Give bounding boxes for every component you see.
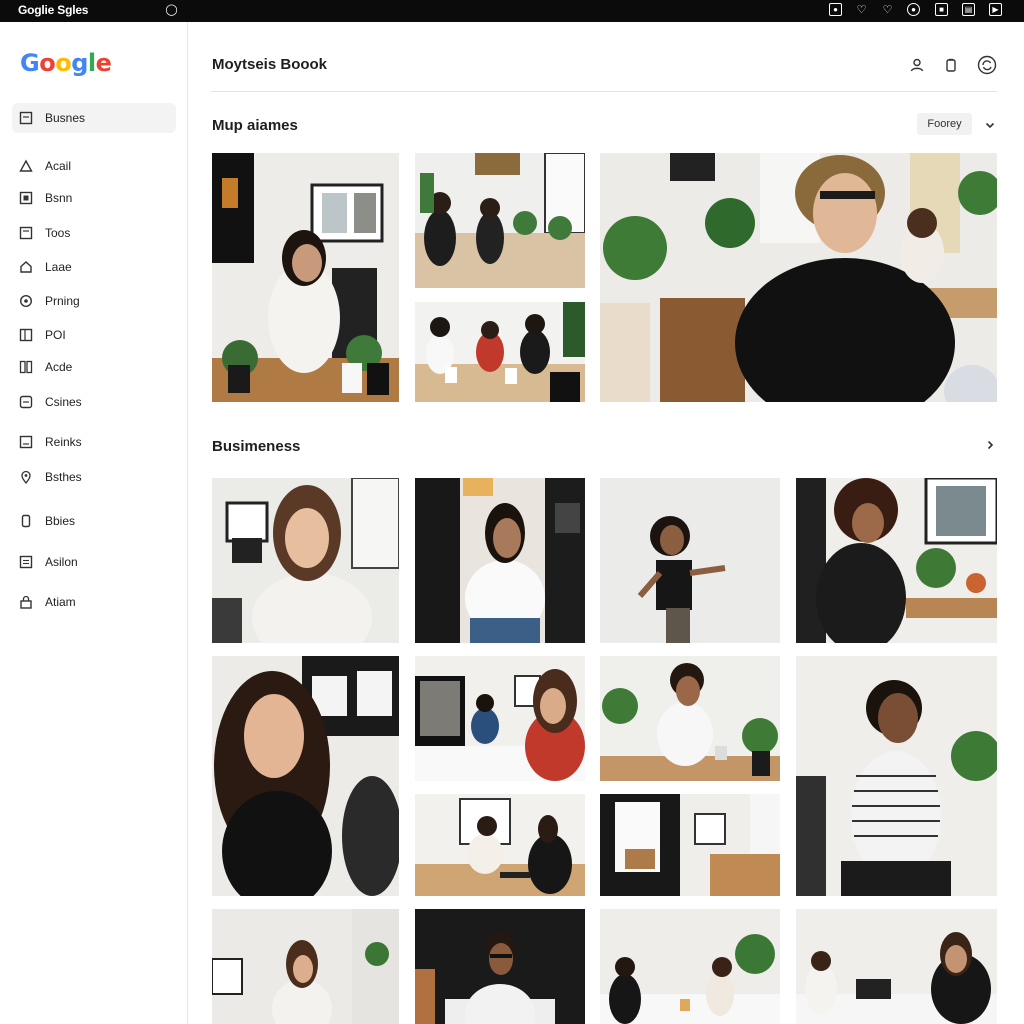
photo-man-glasses-office[interactable] [600,153,997,402]
square-icon [19,191,33,205]
shield-icon[interactable]: ● [829,3,842,16]
photo-office-meeting[interactable] [415,153,585,288]
main-content: Moytseis Boook Mup aiames Foorey Busimen… [189,22,1024,1024]
settings-icon[interactable]: ● [907,3,920,16]
photo-cafe-meeting[interactable] [600,909,780,1024]
photo-meeting-monitor[interactable] [415,656,585,781]
sync-icon[interactable] [977,55,997,75]
sidebar: Google Busnes Acail Bsnn Toos Laae Prnin… [0,22,188,1024]
photo-two-people-desk[interactable] [415,794,585,896]
sidebar-item-label: Prning [45,294,80,308]
sidebar-item-bbies[interactable]: Bbies [12,506,176,536]
sidebar-item-label: Busnes [45,111,86,125]
sidebar-item-toos[interactable]: Toos [12,218,176,248]
sidebar-item-asilon[interactable]: Asilon [12,547,176,577]
sidebar-item-reinks[interactable]: Reinks [12,427,176,457]
sync-icon[interactable]: ◯ [165,3,178,16]
circle-icon [19,294,33,308]
sidebar-item-label: POI [45,328,66,342]
sidebar-item-label: Laae [45,260,72,274]
close-icon[interactable]: ▶ [989,3,1002,16]
image-icon[interactable]: ■ [935,3,948,16]
square-icon [19,226,33,240]
photo-office-interior[interactable] [600,794,780,896]
heart-icon[interactable]: ♡ [855,3,868,16]
sidebar-item-prning[interactable]: Prning [12,286,176,316]
photo-man-striped-shirt[interactable] [796,656,997,896]
grid-icon [19,360,33,374]
sidebar-item-label: Atiam [45,595,76,609]
window-title-bar: Goglie Sgles ◯ ● ♡ ♡ ● ■ ▤ ▶ [0,0,1024,22]
page-title: Moytseis Boook [212,56,328,73]
sidebar-item-busnes[interactable]: Busnes [12,103,176,133]
sidebar-item-acail[interactable]: Acail [12,151,176,181]
photo-woman-desk-plants[interactable] [212,153,399,402]
header-divider [211,91,997,92]
photo-team-discussion[interactable] [415,302,585,402]
photo-smiling-woman-white-top[interactable] [212,478,399,643]
home-icon [19,260,33,274]
lock-icon [19,595,33,609]
photo-woman-smiling-plants[interactable] [600,656,780,781]
square-icon [19,111,33,125]
photo-smiling-woman-black-top[interactable] [212,656,399,896]
chevron-right-icon[interactable] [983,438,997,452]
square-icon [19,328,33,342]
sidebar-item-laae[interactable]: Laae [12,252,176,282]
window-title: Goglie Sgles [18,3,89,17]
sidebar-item-label: Bsthes [45,470,82,484]
sidebar-item-bsnn[interactable]: Bsnn [12,183,176,213]
sidebar-item-label: Acail [45,159,72,173]
sidebar-item-label: Bsnn [45,191,73,205]
photo-woman-laptop[interactable] [415,478,585,643]
sidebar-item-poi[interactable]: POI [12,320,176,350]
chevron-down-icon[interactable] [983,118,997,132]
photo-colleagues-table[interactable] [796,909,997,1024]
sidebar-item-label: Toos [45,226,71,240]
phone-icon [19,514,33,528]
filter-button[interactable]: Foorey [917,113,972,135]
sidebar-item-label: Bbies [45,514,76,528]
sidebar-item-label: Reinks [45,435,82,449]
triangle-icon [19,159,33,173]
photo-person-gesturing[interactable] [600,478,780,643]
clipboard-icon[interactable] [941,55,961,75]
pin-icon [19,470,33,484]
sidebar-item-bsthes[interactable]: Bsthes [12,462,176,492]
square-icon [19,435,33,449]
person-icon[interactable] [907,55,927,75]
photo-woman-curly-hair-table[interactable] [796,478,997,643]
sidebar-item-atiam[interactable]: Atiam [12,587,176,617]
sidebar-item-label: Asilon [45,555,78,569]
photo-man-glasses-smiling[interactable] [415,909,585,1024]
section-title-busimeness: Busimeness [212,438,301,455]
heart-icon[interactable]: ♡ [881,3,894,16]
sidebar-item-label: Acde [45,360,73,374]
sidebar-item-csines[interactable]: Csines [12,387,176,417]
sidebar-item-label: Csines [45,395,82,409]
sidebar-item-acde[interactable]: Acde [12,352,176,382]
google-logo[interactable]: Google [20,49,112,77]
section-title-mup-aiames: Mup aiames [212,117,298,134]
photo-woman-smiling-room[interactable] [212,909,399,1024]
square-icon [19,395,33,409]
square-icon [19,555,33,569]
panel-icon[interactable]: ▤ [962,3,975,16]
